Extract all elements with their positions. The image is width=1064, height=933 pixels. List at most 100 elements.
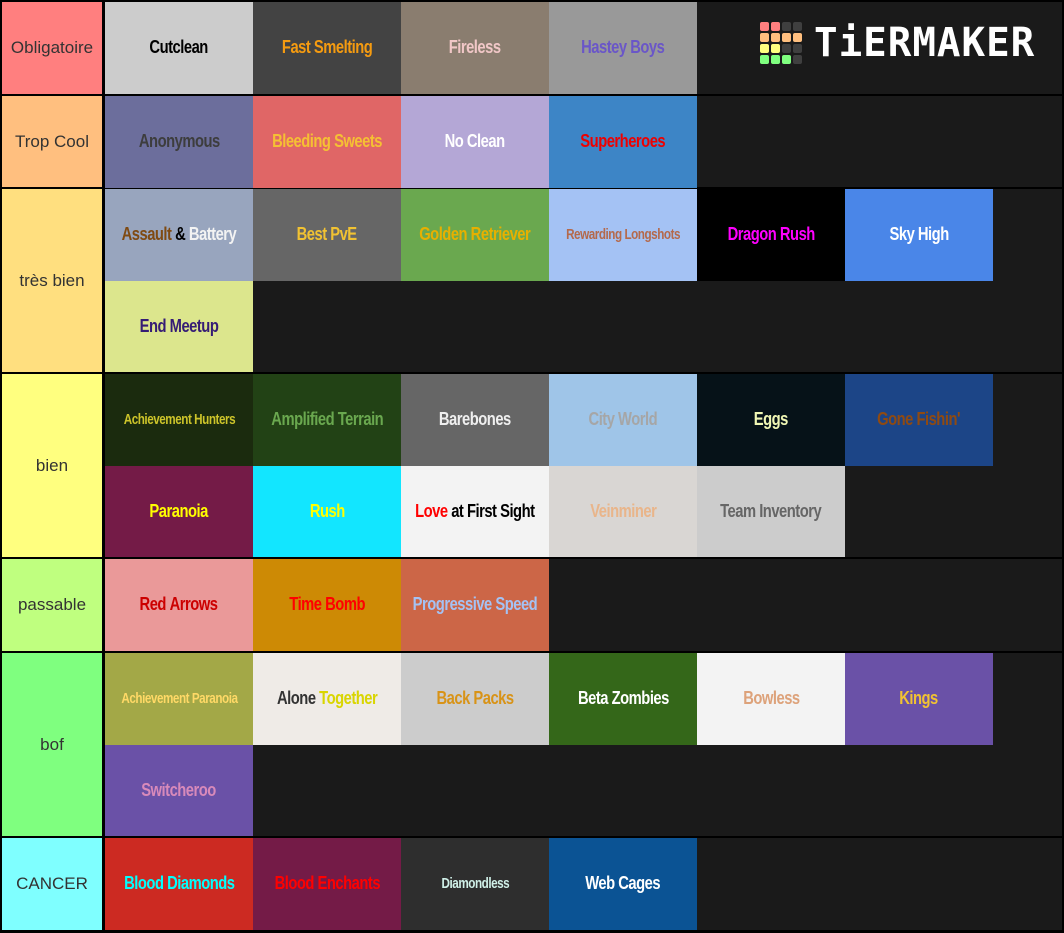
tier-item-label: Dragon Rush	[727, 224, 815, 245]
tier-item-label-part: Dragon Rush	[727, 224, 815, 245]
tier-item-label: Bowless	[742, 688, 800, 709]
tier-item[interactable]: Web Cages	[549, 838, 697, 930]
tier-item-label-part: Best PvE	[296, 224, 358, 245]
tier-item-label: End Meetup	[140, 316, 219, 337]
tier-item-label: Eggs	[754, 409, 789, 430]
tier-item-label: Hastey Boys	[581, 37, 665, 58]
tier-item[interactable]: Progressive Speed	[401, 559, 549, 651]
tier-item-label: Anonymous	[139, 131, 220, 152]
logo-grid-square	[782, 55, 791, 64]
tier-item[interactable]: Team Inventory	[697, 465, 845, 557]
tier-item-label: Bleeding Sweets	[272, 131, 382, 152]
tier-item[interactable]: Blood Diamonds	[105, 838, 253, 930]
tier-item-label: Sky High	[889, 224, 949, 245]
tier-item[interactable]: Dragon Rush	[697, 189, 845, 281]
logo-grid-square	[760, 44, 769, 53]
tier-item-label: City World	[589, 409, 658, 430]
tier-item[interactable]: Time Bomb	[253, 559, 401, 651]
tier-item[interactable]: No Clean	[401, 96, 549, 188]
tier-item-label: No Clean	[445, 131, 506, 152]
tier-item-label-part: Bleeding Sweets	[272, 131, 382, 152]
tier-label[interactable]: CANCER	[2, 838, 102, 930]
tier-item-label: Kings	[900, 688, 939, 709]
tier-label[interactable]: passable	[2, 559, 102, 651]
tier-item[interactable]: Kings	[845, 653, 993, 745]
tier-item-label-part: Team Inventory	[720, 500, 822, 521]
tier-item[interactable]: Back Packs	[401, 653, 549, 745]
tier-item[interactable]: Switcheroo	[105, 744, 253, 836]
tier-item[interactable]: Amplified Terrain	[253, 374, 401, 466]
tier-item[interactable]: Rewarding Longshots	[549, 189, 697, 281]
logo-grid-square	[793, 22, 802, 31]
tier-label[interactable]: très bien	[2, 189, 102, 372]
tier-item-label-part: Kings	[899, 688, 939, 709]
tier-item-label: Rush	[310, 501, 345, 522]
tier-item-label-part: Assault	[121, 224, 172, 245]
tiermaker-logo-text: TiERMAKER	[814, 20, 1036, 66]
tier-item[interactable]: Anonymous	[105, 96, 253, 188]
tier-item-label: Assault & Battery	[122, 224, 237, 245]
tier-row-bien: bien Achievement Hunters Amplified Terrai…	[2, 374, 1062, 557]
tier-item[interactable]: Achievement Paranoia	[105, 653, 253, 745]
tier-item[interactable]: Sky High	[845, 189, 993, 281]
tier-label[interactable]: Obligatoire	[2, 2, 102, 94]
tier-item[interactable]: Beta Zombies	[549, 653, 697, 745]
tier-item[interactable]: Barebones	[401, 374, 549, 466]
tier-item-label: Switcheroo	[142, 780, 217, 801]
tier-item-label: Veinminer	[589, 500, 657, 522]
logo-grid-square	[771, 44, 780, 53]
tier-item[interactable]: Red Arrows	[105, 559, 253, 651]
tier-item-label-part: Diamondless	[441, 875, 509, 893]
logo-grid-square	[771, 55, 780, 64]
tier-item-label-part: Achievement Paranoia	[120, 690, 238, 708]
tier-item[interactable]: Assault & Battery	[105, 189, 253, 281]
tier-item-label: Back Packs	[436, 688, 514, 709]
tier-label[interactable]: Trop Cool	[2, 96, 102, 187]
tier-item-label-part: City World	[588, 409, 658, 430]
tier-item-label-part: Hastey Boys	[581, 37, 665, 58]
tier-item-label: Time Bomb	[289, 594, 365, 615]
tier-item-label-part: Bowless	[742, 688, 800, 709]
tier-item-label-part: Veinminer	[589, 500, 657, 521]
tier-item[interactable]: Achievement Hunters	[105, 374, 253, 466]
tier-item-label-part: Superheroes	[580, 131, 666, 152]
logo-grid-square	[793, 44, 802, 53]
tier-item[interactable]: Gone Fishin'	[845, 374, 993, 466]
tier-item[interactable]: Golden Retriever	[401, 189, 549, 281]
tier-item[interactable]: Veinminer	[549, 465, 697, 557]
tier-item-label-part: at First Sight	[447, 500, 535, 521]
tier-item[interactable]: City World	[549, 374, 697, 466]
tier-label[interactable]: bof	[2, 653, 102, 836]
tier-item[interactable]: Hastey Boys	[549, 2, 697, 94]
tier-item[interactable]: Blood Enchants	[253, 838, 401, 930]
tier-item-label: Paranoia	[150, 501, 209, 522]
tier-item[interactable]: Bleeding Sweets	[253, 96, 401, 188]
tier-item[interactable]: End Meetup	[105, 280, 253, 372]
tier-item-label: Beta Zombies	[578, 688, 669, 709]
tier-item-label: Amplified Terrain	[271, 409, 383, 430]
tier-item[interactable]: Cutclean	[105, 2, 253, 94]
tier-item[interactable]: Love at First Sight	[401, 465, 549, 557]
tier-item[interactable]: Diamondless	[401, 838, 549, 930]
tier-item-label: Best PvE	[296, 224, 358, 245]
tier-item[interactable]: Superheroes	[549, 96, 697, 188]
tier-item[interactable]: Bowless	[697, 653, 845, 745]
tier-label[interactable]: bien	[2, 374, 102, 557]
tier-item[interactable]: Paranoia	[105, 465, 253, 557]
tier-item[interactable]: Best PvE	[253, 189, 401, 281]
tier-item-label-part: Anonymous	[138, 131, 220, 152]
tier-item-label-part: Amplified Terrain	[271, 409, 383, 430]
tier-item-label-part: Blood Enchants	[274, 873, 380, 894]
tier-item-label: Red Arrows	[140, 594, 218, 615]
tier-row-trop-cool: Trop Cool Anonymous Bleeding Sweets No Cle…	[2, 96, 1062, 188]
tier-item-label: Fireless	[449, 37, 501, 58]
logo-grid-square	[771, 22, 780, 31]
tier-item[interactable]: Fast Smelting	[253, 2, 401, 94]
tier-item[interactable]: Rush	[253, 465, 401, 557]
tier-item-label: Fast Smelting	[282, 37, 373, 58]
logo-grid-square	[782, 22, 791, 31]
tier-item[interactable]: Eggs	[697, 374, 845, 466]
tier-item-label: Achievement Hunters	[123, 411, 235, 428]
tier-item[interactable]: Alone Together	[253, 653, 401, 745]
tier-item[interactable]: Fireless	[401, 2, 549, 94]
